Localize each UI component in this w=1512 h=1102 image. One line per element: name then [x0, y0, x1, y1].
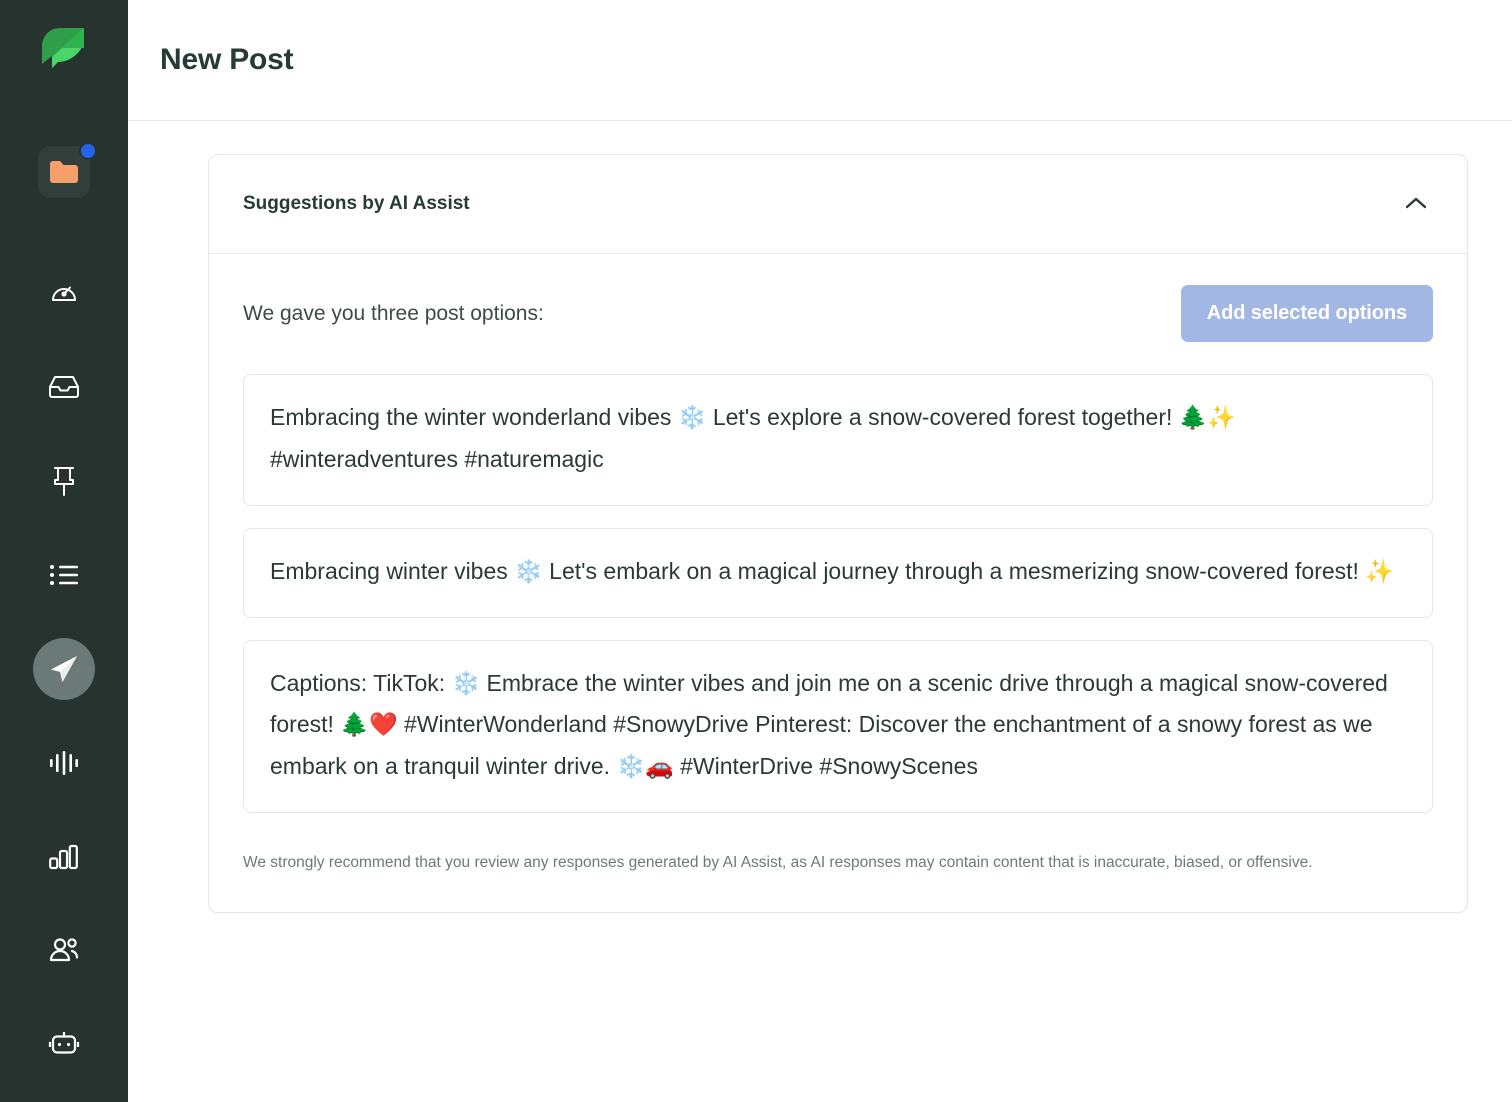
speedometer-icon [49, 278, 79, 308]
ai-assist-card: Suggestions by AI Assist We gave you thr… [208, 154, 1468, 914]
folder-tile [38, 142, 97, 198]
notification-badge [79, 142, 97, 160]
ai-assist-title: Suggestions by AI Assist [243, 193, 470, 214]
options-row: We gave you three post options: Add sele… [243, 285, 1433, 342]
people-icon [48, 937, 80, 965]
suggestion-option-2[interactable]: Embracing winter vibes ❄️ Let's embark o… [243, 527, 1433, 618]
suggestion-option-3[interactable]: Captions: TikTok: ❄️ Embrace the winter … [243, 639, 1433, 814]
main-region: New Post Suggestions by AI Assist We gav… [128, 0, 1512, 1102]
primary-sidebar [0, 0, 128, 1102]
sidebar-item-listening[interactable] [32, 731, 96, 795]
chevron-up-icon [1405, 196, 1427, 213]
sidebar-item-publishing[interactable] [32, 637, 96, 701]
options-label: We gave you three post options: [243, 301, 544, 325]
sidebar-item-reviews[interactable] [32, 449, 96, 513]
inbox-icon [48, 373, 80, 401]
sidebar-item-dashboard[interactable] [32, 261, 96, 325]
folder-icon [49, 159, 79, 185]
app-root: New Post Suggestions by AI Assist We gav… [0, 0, 1512, 1102]
sidebar-item-reports[interactable] [32, 825, 96, 889]
sidebar-item-audience[interactable] [32, 919, 96, 983]
page-header: New Post [128, 0, 1512, 121]
ai-assist-card-header: Suggestions by AI Assist [209, 155, 1467, 254]
bar-chart-icon [48, 844, 80, 870]
waveform-icon [48, 750, 80, 776]
paper-plane-icon [48, 653, 80, 685]
sprout-leaf-logo[interactable] [36, 22, 92, 78]
ai-assist-card-body: We gave you three post options: Add sele… [209, 254, 1467, 912]
robot-icon [48, 1030, 80, 1060]
sidebar-item-smart-inbox[interactable] [32, 355, 96, 419]
page-title: New Post [160, 43, 294, 76]
sidebar-item-assets[interactable] [32, 140, 97, 204]
collapse-toggle-button[interactable] [1399, 187, 1433, 221]
suggestion-option-1[interactable]: Embracing the winter wonderland vibes ❄️… [243, 374, 1433, 506]
sidebar-item-tasks[interactable] [32, 543, 96, 607]
sidebar-item-bots[interactable] [32, 1013, 96, 1077]
pin-icon [50, 465, 78, 497]
content-area: Suggestions by AI Assist We gave you thr… [128, 121, 1512, 1102]
add-selected-options-button[interactable]: Add selected options [1180, 285, 1433, 342]
list-icon [49, 563, 79, 587]
ai-disclaimer-text: We strongly recommend that you review an… [243, 854, 1313, 872]
